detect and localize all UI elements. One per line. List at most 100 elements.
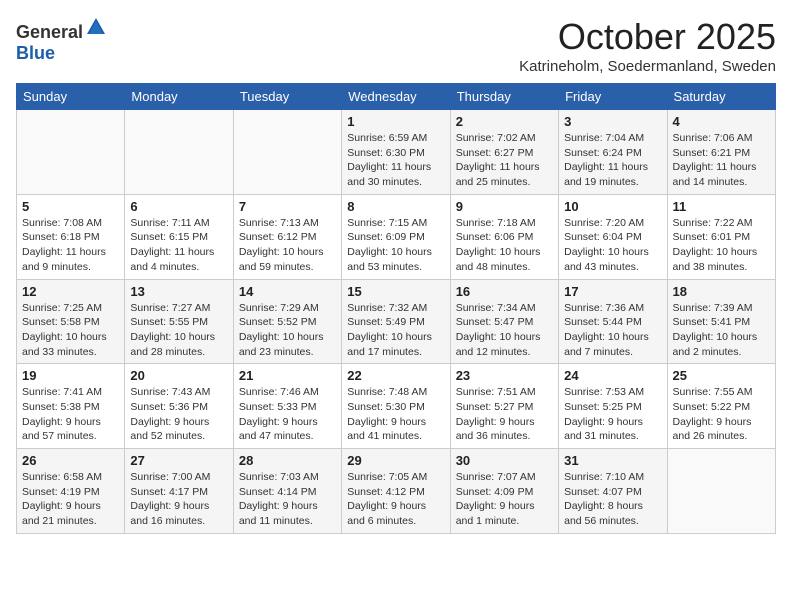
day-cell: 3Sunrise: 7:04 AM Sunset: 6:24 PM Daylig… <box>559 110 667 195</box>
day-cell: 30 Sunrise: 7:07 AM Sunset: 4:09 PM Dayli… <box>450 449 558 534</box>
day-number: 9 <box>456 199 553 214</box>
week-row-1: 1 Sunrise: 6:59 AM Sunset: 6:30 PM Daylig… <box>17 110 776 195</box>
day-info: Sunrise: 7:18 AM Sunset: 6:06 PM Dayligh… <box>456 216 553 275</box>
day-info: Sunrise: 7:29 AM Sunset: 5:52 PM Dayligh… <box>239 301 336 360</box>
day-info: Sunrise: 6:59 AM Sunset: 6:30 PM Dayligh… <box>347 131 444 190</box>
day-number: 30 <box>456 453 553 468</box>
col-header-wednesday: Wednesday <box>342 84 450 110</box>
day-number: 17 <box>564 284 661 299</box>
day-number: 22 <box>347 368 444 383</box>
day-cell: 8Sunrise: 7:15 AM Sunset: 6:09 PM Daylig… <box>342 194 450 279</box>
day-cell: 6 Sunrise: 7:11 AM Sunset: 6:15 PM Daylig… <box>125 194 233 279</box>
col-header-saturday: Saturday <box>667 84 775 110</box>
day-cell: 22 Sunrise: 7:48 AM Sunset: 5:30 PM Dayli… <box>342 364 450 449</box>
day-number: 26 <box>22 453 119 468</box>
day-number: 13 <box>130 284 227 299</box>
logo: General Blue <box>16 16 107 64</box>
day-info: Sunrise: 7:36 AM Sunset: 5:44 PM Dayligh… <box>564 301 661 360</box>
day-number: 10 <box>564 199 661 214</box>
day-number: 31 <box>564 453 661 468</box>
location-text: Katrineholm, Soedermanland, Sweden <box>519 58 776 75</box>
day-info: Sunrise: 7:41 AM Sunset: 5:38 PM Dayligh… <box>22 385 119 444</box>
day-info: Sunrise: 7:32 AM Sunset: 5:49 PM Dayligh… <box>347 301 444 360</box>
day-number: 23 <box>456 368 553 383</box>
day-cell: 12 Sunrise: 7:25 AM Sunset: 5:58 PM Dayli… <box>17 279 125 364</box>
day-info: Sunrise: 7:03 AM Sunset: 4:14 PM Dayligh… <box>239 470 336 529</box>
day-number: 28 <box>239 453 336 468</box>
col-header-friday: Friday <box>559 84 667 110</box>
calendar-header: SundayMondayTuesdayWednesdayThursdayFrid… <box>17 84 776 110</box>
day-number: 4 <box>673 114 770 129</box>
day-cell: 11 Sunrise: 7:22 AM Sunset: 6:01 PM Dayli… <box>667 194 775 279</box>
day-cell: 18Sunrise: 7:39 AM Sunset: 5:41 PM Dayli… <box>667 279 775 364</box>
day-cell: 19Sunrise: 7:41 AM Sunset: 5:38 PM Dayli… <box>17 364 125 449</box>
week-row-2: 5Sunrise: 7:08 AM Sunset: 6:18 PM Daylig… <box>17 194 776 279</box>
day-cell: 2 Sunrise: 7:02 AM Sunset: 6:27 PM Daylig… <box>450 110 558 195</box>
day-number: 16 <box>456 284 553 299</box>
day-cell <box>667 449 775 534</box>
day-info: Sunrise: 7:02 AM Sunset: 6:27 PM Dayligh… <box>456 131 553 190</box>
day-number: 6 <box>130 199 227 214</box>
day-number: 25 <box>673 368 770 383</box>
day-cell: 29Sunrise: 7:05 AM Sunset: 4:12 PM Dayli… <box>342 449 450 534</box>
day-info: Sunrise: 7:10 AM Sunset: 4:07 PM Dayligh… <box>564 470 661 529</box>
calendar-body: 1 Sunrise: 6:59 AM Sunset: 6:30 PM Daylig… <box>17 110 776 534</box>
day-cell: 17 Sunrise: 7:36 AM Sunset: 5:44 PM Dayli… <box>559 279 667 364</box>
day-cell: 7 Sunrise: 7:13 AM Sunset: 6:12 PM Daylig… <box>233 194 341 279</box>
day-number: 15 <box>347 284 444 299</box>
day-cell: 15 Sunrise: 7:32 AM Sunset: 5:49 PM Dayli… <box>342 279 450 364</box>
day-info: Sunrise: 7:11 AM Sunset: 6:15 PM Dayligh… <box>130 216 227 275</box>
day-cell: 14Sunrise: 7:29 AM Sunset: 5:52 PM Dayli… <box>233 279 341 364</box>
day-info: Sunrise: 7:55 AM Sunset: 5:22 PM Dayligh… <box>673 385 770 444</box>
calendar-table: SundayMondayTuesdayWednesdayThursdayFrid… <box>16 83 776 534</box>
day-number: 3 <box>564 114 661 129</box>
logo-general-text: General <box>16 22 83 43</box>
col-header-monday: Monday <box>125 84 233 110</box>
col-header-tuesday: Tuesday <box>233 84 341 110</box>
day-cell <box>17 110 125 195</box>
header-row: SundayMondayTuesdayWednesdayThursdayFrid… <box>17 84 776 110</box>
day-cell: 26 Sunrise: 6:58 AM Sunset: 4:19 PM Dayli… <box>17 449 125 534</box>
day-info: Sunrise: 6:58 AM Sunset: 4:19 PM Dayligh… <box>22 470 119 529</box>
day-cell: 23 Sunrise: 7:51 AM Sunset: 5:27 PM Dayli… <box>450 364 558 449</box>
day-number: 7 <box>239 199 336 214</box>
day-info: Sunrise: 7:00 AM Sunset: 4:17 PM Dayligh… <box>130 470 227 529</box>
day-number: 8 <box>347 199 444 214</box>
day-number: 24 <box>564 368 661 383</box>
day-info: Sunrise: 7:07 AM Sunset: 4:09 PM Dayligh… <box>456 470 553 529</box>
day-cell: 25 Sunrise: 7:55 AM Sunset: 5:22 PM Dayli… <box>667 364 775 449</box>
page-header: General Blue October 2025 Katrineholm, S… <box>16 16 776 75</box>
day-number: 11 <box>673 199 770 214</box>
day-cell: 13 Sunrise: 7:27 AM Sunset: 5:55 PM Dayli… <box>125 279 233 364</box>
day-number: 5 <box>22 199 119 214</box>
day-cell: 27 Sunrise: 7:00 AM Sunset: 4:17 PM Dayli… <box>125 449 233 534</box>
day-info: Sunrise: 7:51 AM Sunset: 5:27 PM Dayligh… <box>456 385 553 444</box>
day-info: Sunrise: 7:46 AM Sunset: 5:33 PM Dayligh… <box>239 385 336 444</box>
title-block: October 2025 Katrineholm, Soedermanland,… <box>519 16 776 75</box>
day-info: Sunrise: 7:20 AM Sunset: 6:04 PM Dayligh… <box>564 216 661 275</box>
day-number: 1 <box>347 114 444 129</box>
logo-blue-text: Blue <box>16 43 55 64</box>
day-info: Sunrise: 7:25 AM Sunset: 5:58 PM Dayligh… <box>22 301 119 360</box>
day-cell: 9 Sunrise: 7:18 AM Sunset: 6:06 PM Daylig… <box>450 194 558 279</box>
day-info: Sunrise: 7:48 AM Sunset: 5:30 PM Dayligh… <box>347 385 444 444</box>
day-cell: 16 Sunrise: 7:34 AM Sunset: 5:47 PM Dayli… <box>450 279 558 364</box>
day-number: 12 <box>22 284 119 299</box>
col-header-thursday: Thursday <box>450 84 558 110</box>
day-info: Sunrise: 7:43 AM Sunset: 5:36 PM Dayligh… <box>130 385 227 444</box>
week-row-4: 19Sunrise: 7:41 AM Sunset: 5:38 PM Dayli… <box>17 364 776 449</box>
day-info: Sunrise: 7:22 AM Sunset: 6:01 PM Dayligh… <box>673 216 770 275</box>
day-cell <box>233 110 341 195</box>
logo-icon <box>85 16 107 38</box>
day-info: Sunrise: 7:06 AM Sunset: 6:21 PM Dayligh… <box>673 131 770 190</box>
day-cell: 21 Sunrise: 7:46 AM Sunset: 5:33 PM Dayli… <box>233 364 341 449</box>
day-number: 2 <box>456 114 553 129</box>
day-number: 27 <box>130 453 227 468</box>
day-info: Sunrise: 7:34 AM Sunset: 5:47 PM Dayligh… <box>456 301 553 360</box>
day-number: 21 <box>239 368 336 383</box>
day-cell: 5Sunrise: 7:08 AM Sunset: 6:18 PM Daylig… <box>17 194 125 279</box>
day-cell: 31 Sunrise: 7:10 AM Sunset: 4:07 PM Dayli… <box>559 449 667 534</box>
day-info: Sunrise: 7:13 AM Sunset: 6:12 PM Dayligh… <box>239 216 336 275</box>
day-info: Sunrise: 7:27 AM Sunset: 5:55 PM Dayligh… <box>130 301 227 360</box>
day-cell: 20Sunrise: 7:43 AM Sunset: 5:36 PM Dayli… <box>125 364 233 449</box>
